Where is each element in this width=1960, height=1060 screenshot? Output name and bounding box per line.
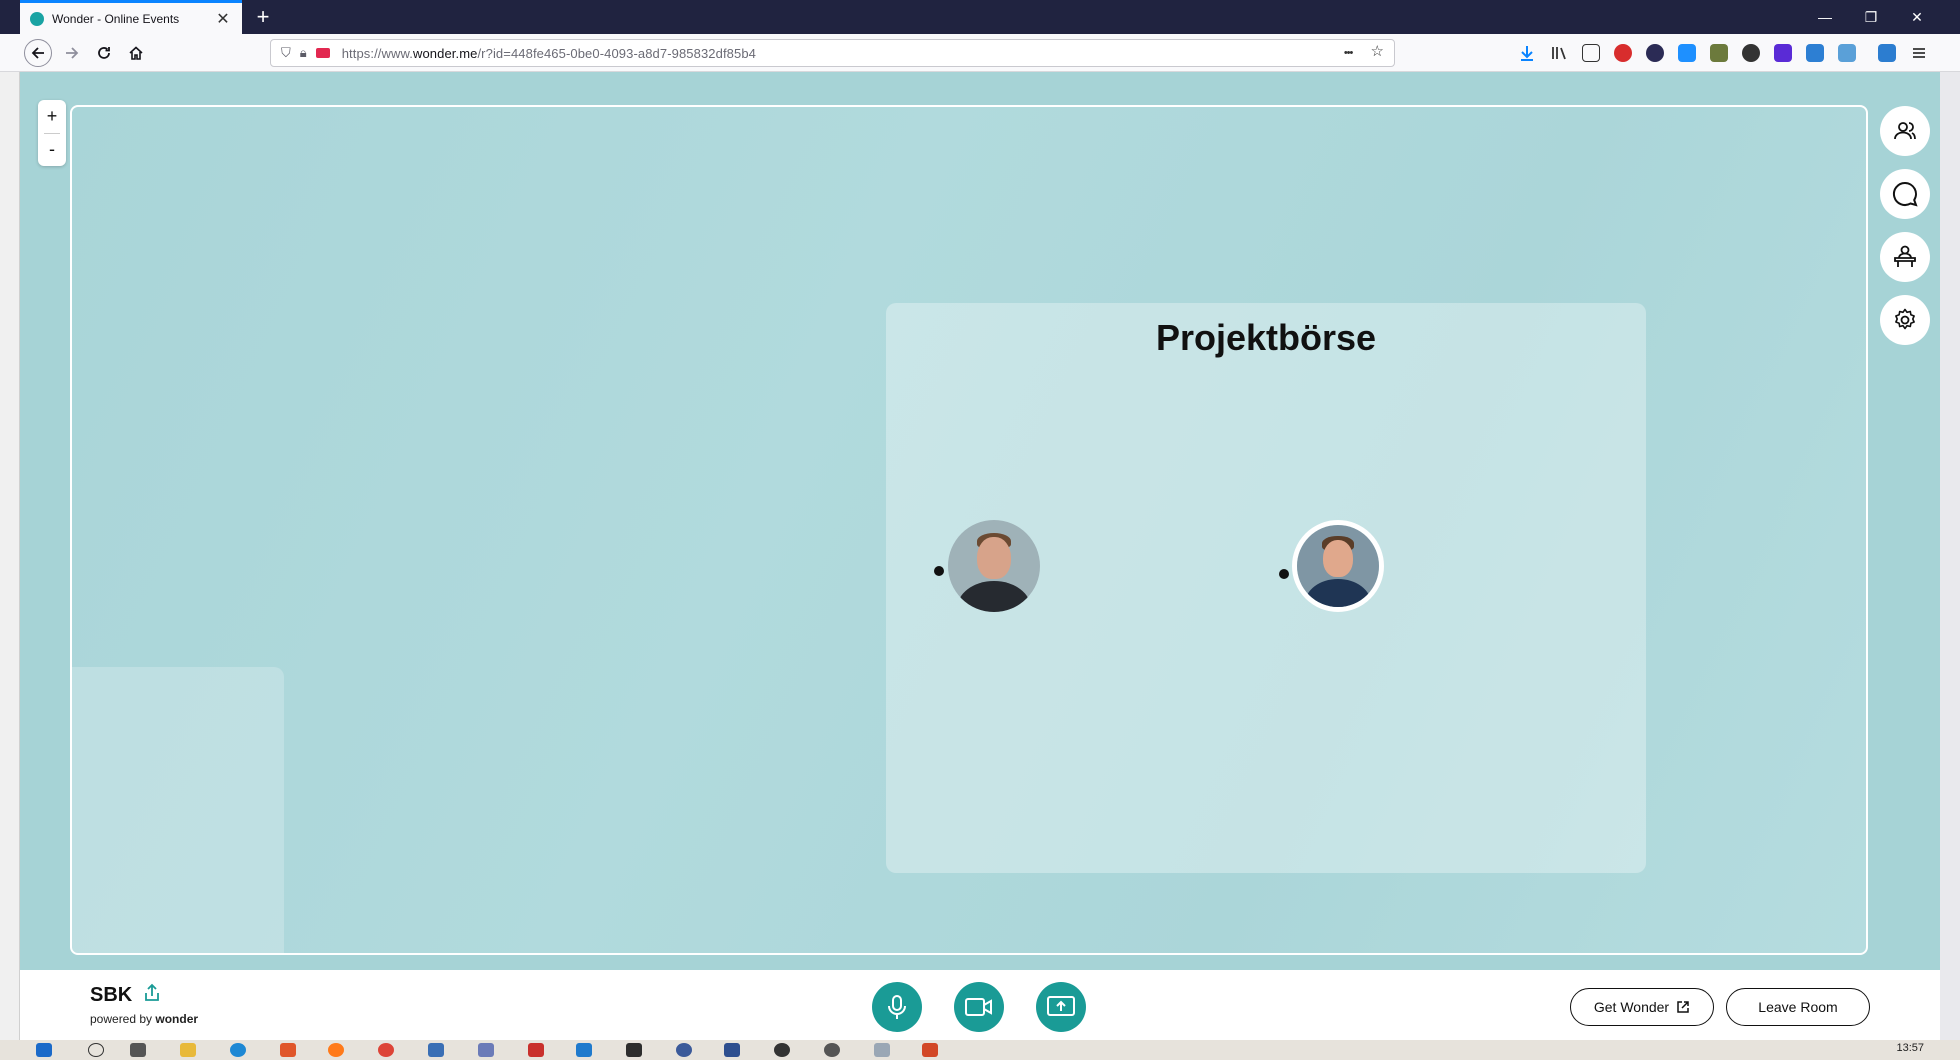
- app-icon[interactable]: [428, 1043, 444, 1057]
- background-window-edge: [0, 72, 20, 1040]
- page-actions: ••• ☆: [1344, 42, 1384, 60]
- lock-icon[interactable]: 🔒︎: [300, 45, 307, 61]
- reload-icon: [98, 47, 110, 59]
- privacy-extension-icon[interactable]: [1646, 44, 1664, 62]
- zoom-out-button[interactable]: -: [38, 133, 66, 166]
- person-at-desk-icon: [1894, 245, 1916, 267]
- menu-hamburger-icon[interactable]: [1910, 44, 1928, 62]
- start-icon[interactable]: [36, 1043, 52, 1057]
- vscode-icon[interactable]: [576, 1043, 592, 1057]
- settings-button[interactable]: [1880, 295, 1930, 345]
- app-icon[interactable]: [824, 1043, 840, 1057]
- camera-button[interactable]: [954, 982, 1004, 1032]
- event-space-canvas[interactable]: Projektbörse: [70, 105, 1868, 955]
- participants-button[interactable]: [1880, 106, 1930, 156]
- bottom-toolbar: SBK powered by wonder Get Wonder Leave R…: [20, 970, 1940, 1040]
- video-camera-icon: [965, 998, 992, 1016]
- powered-by-text: powered by wonder: [90, 1012, 199, 1026]
- chat-bubble-icon: [1893, 181, 1918, 207]
- active-tab[interactable]: Wonder - Online Events ✕: [20, 0, 242, 34]
- zoom-controls: + -: [38, 100, 66, 166]
- info-desk-button[interactable]: [1880, 232, 1930, 282]
- extension-sync-icon[interactable]: [1806, 44, 1824, 62]
- taskbar-clock[interactable]: 13:57: [1896, 1042, 1924, 1054]
- extensions-puzzle-icon[interactable]: [1878, 44, 1896, 62]
- corner-area: [72, 667, 284, 953]
- app-icon[interactable]: [874, 1043, 890, 1057]
- shield-icon[interactable]: ⛉: [281, 45, 291, 61]
- extension-folder-icon[interactable]: [1710, 44, 1728, 62]
- arrow-right-icon: [66, 47, 79, 59]
- edge-icon[interactable]: [230, 1043, 246, 1057]
- room-title: Projektbörse: [1155, 317, 1377, 358]
- back-button[interactable]: [24, 39, 52, 67]
- screen-share-icon: [1047, 996, 1075, 1016]
- new-tab-button[interactable]: +: [250, 3, 276, 31]
- url-text[interactable]: https://www.wonder.me/r?id=448fe465-0be0…: [342, 46, 756, 61]
- extension-screenshot-icon[interactable]: [1838, 44, 1856, 62]
- terminal-icon[interactable]: [626, 1043, 642, 1057]
- chrome-icon[interactable]: [378, 1043, 394, 1057]
- download-icon[interactable]: [1518, 44, 1536, 62]
- own-avatar[interactable]: [1292, 520, 1384, 612]
- address-bar[interactable]: ⛉ 🔒︎ https://www.wonder.me/r?id=448fe465…: [270, 39, 1395, 67]
- restore-button[interactable]: ❐: [1848, 0, 1894, 34]
- tab-close-icon[interactable]: ✕: [214, 9, 232, 29]
- get-wonder-label: Get Wonder: [1593, 999, 1670, 1015]
- zoom-in-button[interactable]: +: [38, 100, 66, 133]
- share-icon[interactable]: [142, 982, 162, 1004]
- app-icon[interactable]: [774, 1043, 790, 1057]
- task-view-icon[interactable]: [130, 1043, 146, 1057]
- firefox-icon[interactable]: [328, 1043, 344, 1057]
- minimize-button[interactable]: —: [1802, 0, 1848, 34]
- powerpoint-icon[interactable]: [922, 1043, 938, 1057]
- adblock-icon[interactable]: [1614, 44, 1632, 62]
- leave-room-button[interactable]: Leave Room: [1726, 988, 1870, 1026]
- camera-sharing-icon[interactable]: [315, 48, 330, 58]
- people-icon: [1894, 122, 1916, 140]
- tab-title: Wonder - Online Events: [52, 11, 180, 26]
- participant-pointer-dot: [1279, 569, 1289, 579]
- window-close-button[interactable]: ✕: [1894, 0, 1940, 34]
- app-icon[interactable]: [724, 1043, 740, 1057]
- app-icon[interactable]: [478, 1043, 494, 1057]
- pdf-icon[interactable]: [528, 1043, 544, 1057]
- screen-share-button[interactable]: [1036, 982, 1086, 1032]
- library-icon[interactable]: [1550, 44, 1568, 62]
- microphone-icon: [888, 995, 906, 1019]
- get-wonder-button[interactable]: Get Wonder: [1570, 988, 1714, 1026]
- reader-view-icon[interactable]: [1582, 44, 1600, 62]
- app-icon[interactable]: [676, 1043, 692, 1057]
- bookmark-star-icon[interactable]: ☆: [1371, 43, 1384, 60]
- wonder-favicon-icon: [30, 11, 44, 26]
- extension-globe-icon[interactable]: [1742, 44, 1760, 62]
- home-button[interactable]: [122, 39, 150, 67]
- search-icon[interactable]: [88, 1043, 104, 1057]
- extension-badge-icon[interactable]: [1678, 44, 1696, 62]
- microphone-button[interactable]: [872, 982, 922, 1032]
- navigation-toolbar: ⛉ 🔒︎ https://www.wonder.me/r?id=448fe465…: [0, 34, 1960, 72]
- space-name: SBK: [90, 984, 133, 1006]
- file-explorer-icon[interactable]: [180, 1043, 196, 1057]
- external-link-icon: [1677, 1001, 1689, 1013]
- reload-button[interactable]: [90, 39, 118, 67]
- more-actions-icon[interactable]: •••: [1344, 47, 1354, 59]
- chat-button[interactable]: [1880, 169, 1930, 219]
- arrow-left-icon: [31, 47, 44, 59]
- os-taskbar: 13:57: [0, 1040, 1960, 1060]
- forward-button[interactable]: [58, 39, 86, 67]
- home-icon: [129, 46, 143, 60]
- participant-pointer-dot: [934, 566, 944, 576]
- extension-gem-icon[interactable]: [1774, 44, 1792, 62]
- browser-tab-strip: Wonder - Online Events ✕ + — ❐ ✕: [0, 0, 1960, 34]
- participant-avatar[interactable]: [948, 520, 1040, 612]
- brave-icon[interactable]: [280, 1043, 296, 1057]
- gear-icon: [1895, 308, 1915, 330]
- page-scrollbar-area: [1940, 72, 1960, 1040]
